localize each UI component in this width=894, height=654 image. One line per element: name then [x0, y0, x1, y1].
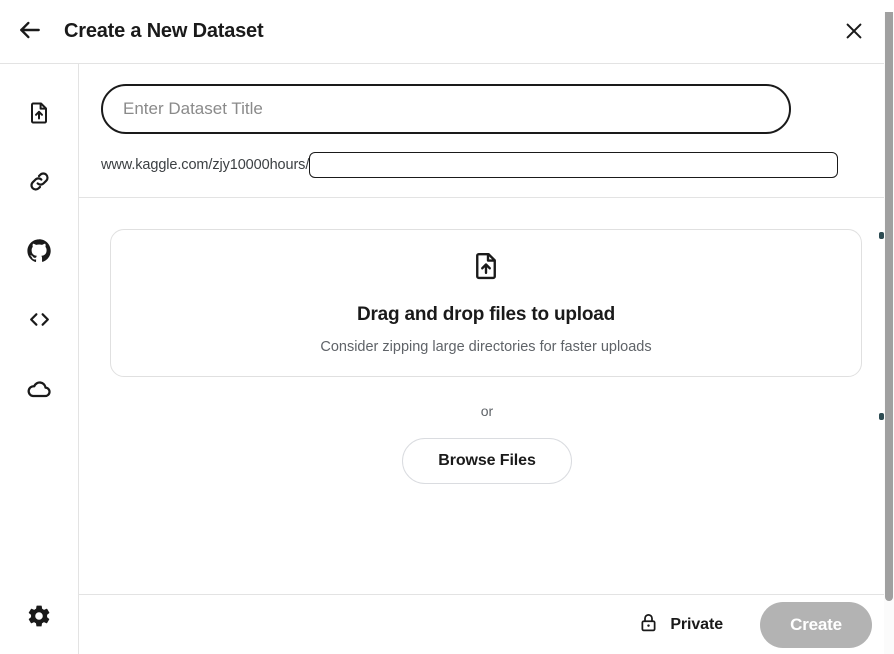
- sidebar-items: [17, 64, 61, 413]
- privacy-toggle[interactable]: Private: [628, 604, 733, 646]
- source-sidebar: [0, 64, 79, 654]
- cloud-icon: [26, 376, 52, 407]
- sidebar-item-github[interactable]: [17, 231, 61, 275]
- file-upload-icon: [27, 101, 51, 130]
- create-button[interactable]: Create: [760, 601, 872, 648]
- browse-button-wrap: Browse Files: [110, 438, 864, 484]
- upload-area: Drag and drop files to upload Consider z…: [79, 198, 894, 484]
- dialog-footer: Private Create: [79, 594, 894, 654]
- create-dataset-dialog: Create a New Dataset Enter Dataset Title…: [0, 0, 894, 654]
- page-scrollbar-track[interactable]: [884, 0, 894, 654]
- or-separator-label: or: [480, 403, 494, 419]
- sidebar-footer: [17, 596, 61, 654]
- dataset-url-row: www.kaggle.com/zjy10000hours/: [79, 134, 894, 184]
- github-icon: [26, 238, 52, 269]
- sidebar-item-link[interactable]: [17, 162, 61, 206]
- browse-files-button[interactable]: Browse Files: [402, 438, 572, 484]
- dataset-slug-input[interactable]: [309, 152, 839, 178]
- sidebar-item-code[interactable]: [17, 300, 61, 344]
- sidebar-item-cloud[interactable]: [17, 369, 61, 413]
- dropzone-title: Drag and drop files to upload: [356, 304, 616, 325]
- title-field-row: [79, 64, 894, 134]
- link-icon: [27, 169, 52, 199]
- dropzone-subtitle: Consider zipping large directories for f…: [320, 339, 652, 355]
- close-button[interactable]: [830, 8, 878, 56]
- dataset-title-input[interactable]: [101, 84, 791, 134]
- dropzone-upload-icon: [471, 251, 501, 286]
- code-brackets-icon: [27, 307, 52, 337]
- dataset-form: www.kaggle.com/zjy10000hours/ Drag and d…: [79, 64, 894, 594]
- sidebar-item-settings[interactable]: [17, 596, 61, 640]
- sidebar-item-file-upload[interactable]: [17, 93, 61, 137]
- page-scrollbar-thumb[interactable]: [885, 0, 893, 601]
- dataset-url-prefix: www.kaggle.com/zjy10000hours/: [101, 157, 310, 173]
- page-corner-mask: [882, 0, 894, 12]
- back-button[interactable]: [6, 8, 54, 56]
- page-title: Create a New Dataset: [64, 20, 264, 42]
- close-icon: [843, 20, 865, 45]
- gear-icon: [26, 603, 52, 634]
- lock-icon: [638, 612, 659, 638]
- file-dropzone[interactable]: Drag and drop files to upload Consider z…: [110, 229, 862, 377]
- privacy-label: Private: [670, 615, 723, 633]
- arrow-left-icon: [17, 17, 43, 46]
- dialog-header: Create a New Dataset: [0, 0, 894, 64]
